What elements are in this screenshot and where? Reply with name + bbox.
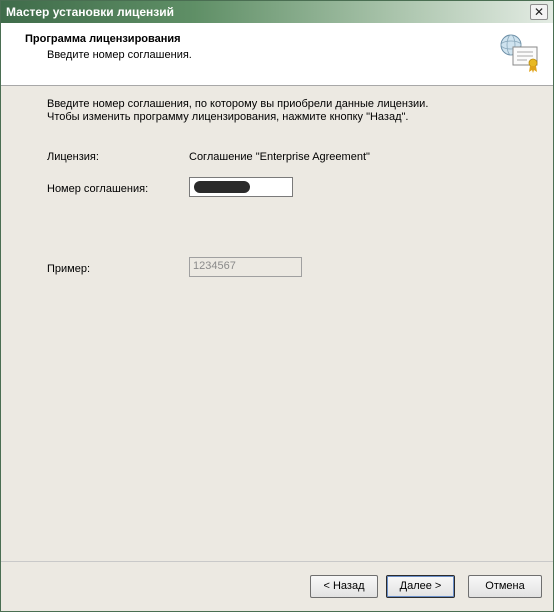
agreement-number-field[interactable] — [189, 177, 293, 197]
license-certificate-icon — [500, 34, 538, 73]
back-button[interactable]: < Назад — [310, 575, 378, 598]
wizard-header: Программа лицензирования Введите номер с… — [1, 23, 553, 86]
instructions-line-1: Введите номер соглашения, по которому вы… — [47, 98, 429, 110]
footer-divider — [1, 561, 553, 562]
wizard-content: Введите номер соглашения, по которому вы… — [1, 86, 553, 556]
next-button[interactable]: Далее > — [386, 575, 455, 598]
example-value: 1234567 — [193, 260, 236, 272]
page-title: Программа лицензирования — [25, 33, 181, 45]
license-label: Лицензия: — [47, 151, 99, 163]
license-value: Соглашение "Enterprise Agreement" — [189, 151, 370, 163]
example-field: 1234567 — [189, 257, 302, 277]
license-wizard-window: Мастер установки лицензий ✕ Программа ли… — [0, 0, 554, 612]
page-subtitle: Введите номер соглашения. — [47, 49, 192, 61]
example-label: Пример: — [47, 263, 91, 275]
cancel-button[interactable]: Отмена — [468, 575, 542, 598]
window-title: Мастер установки лицензий — [6, 5, 174, 19]
title-bar[interactable]: Мастер установки лицензий ✕ — [1, 1, 553, 23]
instructions: Введите номер соглашения, по которому вы… — [47, 98, 428, 124]
close-button[interactable]: ✕ — [530, 4, 548, 20]
agreement-number-label: Номер соглашения: — [47, 183, 149, 195]
instructions-line-2: Чтобы изменить программу лицензирования,… — [47, 111, 409, 123]
redacted-text — [194, 181, 250, 193]
close-icon: ✕ — [533, 5, 545, 19]
